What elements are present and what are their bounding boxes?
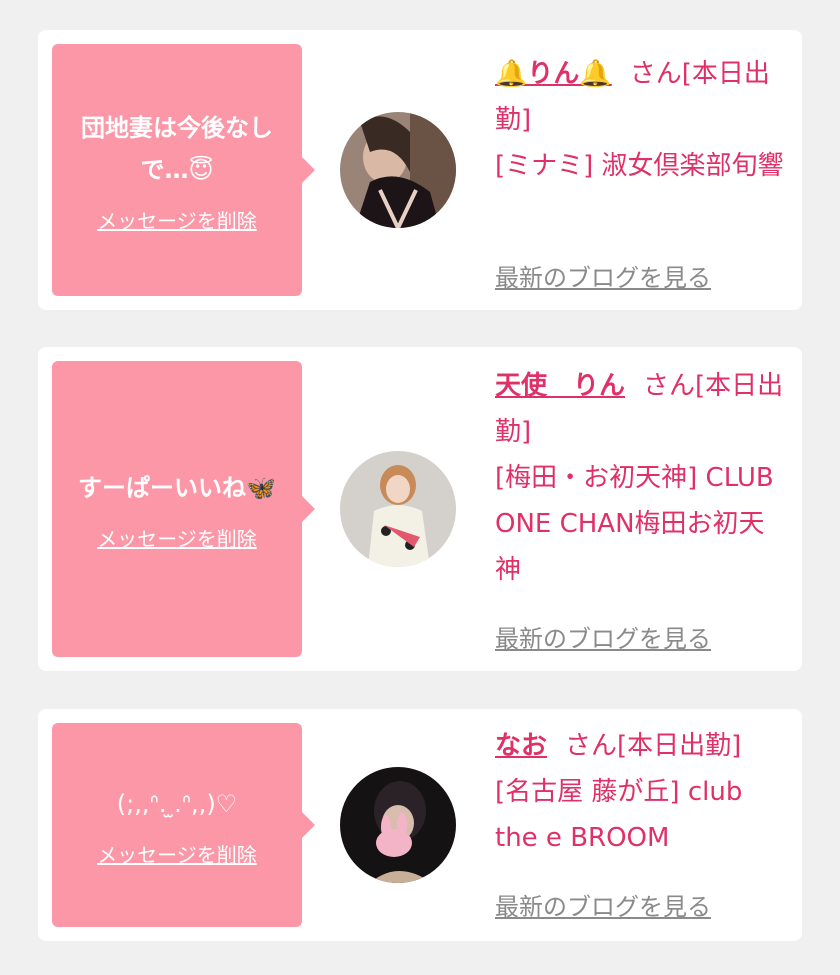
message-text: すーぱーいいね🦋 (78, 473, 276, 502)
message-text: 団地妻は今後なしで…😇 (81, 113, 273, 184)
message-bubble: 団地妻は今後なしで…😇 メッセージを削除 (52, 44, 315, 296)
delete-message-link[interactable]: メッセージを削除 (97, 523, 257, 552)
shop-name: [ミナミ] 淑女倶楽部旬響 (495, 151, 784, 181)
woman-photo-avatar-icon (340, 451, 456, 567)
delete-message-link[interactable]: メッセージを削除 (97, 839, 257, 868)
shop-name: [梅田・お初天神] CLUB ONE CHAN梅田お初天神 (495, 463, 774, 585)
message-bubble: すーぱーいいね🦋 メッセージを削除 (52, 361, 315, 657)
shop-name: [名古屋 藤が丘] club the e BROOM (495, 777, 743, 853)
woman-photo-avatar-icon (340, 767, 456, 883)
message-card: すーぱーいいね🦋 メッセージを削除 天使 りん さん[本日出勤] [梅田・お初天神… (38, 347, 802, 671)
host-name-link[interactable]: 🔔りん🔔 (495, 59, 612, 89)
latest-blog-link[interactable]: 最新のブログを見る (495, 619, 711, 654)
avatar[interactable] (340, 451, 456, 567)
woman-photo-avatar-icon (340, 112, 456, 228)
host-status: さん[本日出勤] (565, 731, 742, 761)
message-card: 団地妻は今後なしで…😇 メッセージを削除 🔔りん🔔 さん[本日出勤] [ミナミ] … (38, 30, 802, 310)
latest-blog-link[interactable]: 最新のブログを見る (495, 887, 711, 922)
latest-blog-link[interactable]: 最新のブログを見る (495, 258, 711, 293)
host-name-link[interactable]: なお (495, 731, 547, 761)
message-bubble: (;,,ᐢ. ̫.ᐢ,,)♡ メッセージを削除 (52, 723, 315, 927)
avatar[interactable] (340, 112, 456, 228)
delete-message-link[interactable]: メッセージを削除 (97, 205, 257, 234)
avatar[interactable] (340, 767, 456, 883)
message-card: (;,,ᐢ. ̫.ᐢ,,)♡ メッセージを削除 なお さん[本日出勤] [名古屋 … (38, 709, 802, 941)
host-name-link[interactable]: 天使 りん (495, 371, 625, 401)
message-text: (;,,ᐢ. ̫.ᐢ,,)♡ (116, 789, 238, 818)
